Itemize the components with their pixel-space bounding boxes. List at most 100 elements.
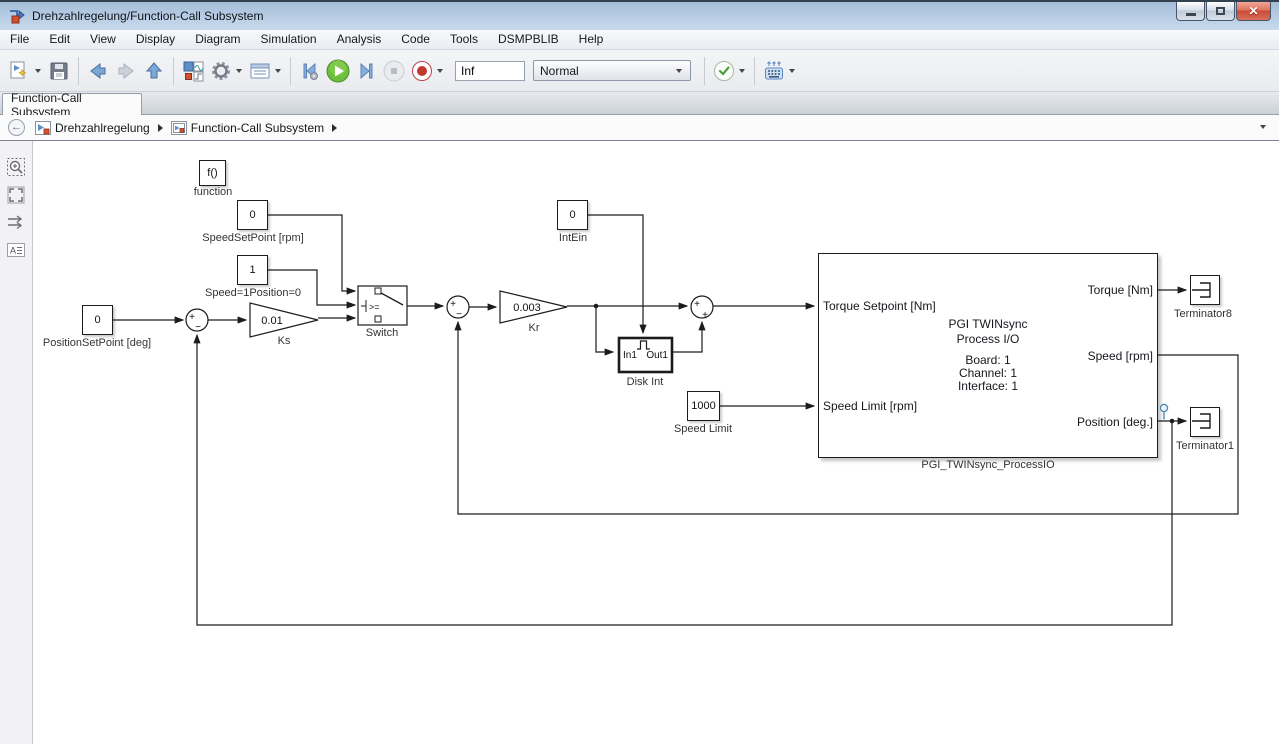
- switch-criterion: >=: [369, 302, 380, 312]
- sum-sign-minus: −: [195, 322, 201, 333]
- stop-time-input[interactable]: [455, 61, 525, 81]
- maximize-icon: [1216, 7, 1225, 15]
- run-icon: [325, 58, 351, 84]
- model-config-button[interactable]: [246, 57, 274, 85]
- simulink-model-icon: [8, 8, 26, 24]
- menu-dsmpblib[interactable]: DSMPBLIB: [488, 30, 569, 49]
- save-icon: [47, 59, 71, 83]
- breadcrumb-item-model[interactable]: Drehzahlregelung: [35, 121, 150, 135]
- close-icon: ✕: [1248, 5, 1258, 17]
- disk-int-outport-label: Out1: [646, 350, 668, 361]
- hardware-board-button[interactable]: [760, 57, 788, 85]
- menu-code[interactable]: Code: [391, 30, 440, 49]
- tool-palette: A: [0, 141, 33, 744]
- model-advisor-dropdown[interactable]: [739, 69, 745, 73]
- menu-tools[interactable]: Tools: [440, 30, 488, 49]
- svg-text:A: A: [10, 246, 16, 256]
- toolbar: Normal: [0, 50, 1279, 92]
- close-button[interactable]: ✕: [1236, 2, 1271, 21]
- menu-diagram[interactable]: Diagram: [185, 30, 250, 49]
- zoom-region-button[interactable]: [6, 157, 26, 177]
- toolbar-separator: [290, 57, 291, 85]
- gain-kr-value: 0.003: [513, 302, 541, 314]
- signal-wires-layer: + − + − + + 0.01 0.003: [33, 141, 1279, 744]
- breadcrumb: ← Drehzahlregelung Function-Call Subsyst…: [0, 115, 1279, 141]
- menu-help[interactable]: Help: [569, 30, 614, 49]
- new-model-icon: [8, 59, 32, 83]
- gain-kr-block[interactable]: 0.003: [500, 291, 567, 323]
- minimize-button[interactable]: [1176, 2, 1205, 21]
- model-config-icon: [248, 59, 272, 83]
- breadcrumb-item-subsystem[interactable]: Function-Call Subsystem: [171, 121, 324, 135]
- run-button[interactable]: [324, 57, 352, 85]
- new-model-button[interactable]: [6, 57, 34, 85]
- breadcrumb-options-button[interactable]: [1255, 119, 1273, 135]
- toolbar-separator: [173, 57, 174, 85]
- main-area: A f() function 0 SpeedSetPoint [rpm] 1 S…: [0, 141, 1279, 744]
- hardware-board-icon: [762, 59, 786, 83]
- signal-route-button[interactable]: [6, 212, 26, 232]
- terminator8-icon: [1192, 282, 1210, 297]
- menu-view[interactable]: View: [80, 30, 126, 49]
- window-title: Drehzahlregelung/Function-Call Subsystem: [32, 9, 263, 23]
- subsystem-icon: [171, 121, 187, 135]
- sum-sign-minus: −: [456, 309, 462, 320]
- disk-int-block[interactable]: In1 Out1: [619, 338, 672, 372]
- up-icon: [142, 59, 166, 83]
- hardware-board-dropdown[interactable]: [789, 69, 795, 73]
- stop-button[interactable]: [380, 57, 408, 85]
- title-bar: Drehzahlregelung/Function-Call Subsystem…: [0, 0, 1279, 30]
- save-button[interactable]: [45, 57, 73, 85]
- disk-int-inport-label: In1: [623, 350, 637, 361]
- tab-bar: Function-Call Subsystem: [0, 92, 1279, 115]
- tab-function-call-subsystem[interactable]: Function-Call Subsystem: [2, 93, 142, 115]
- menu-edit[interactable]: Edit: [39, 30, 80, 49]
- menu-display[interactable]: Display: [126, 30, 185, 49]
- gear-icon: [209, 59, 233, 83]
- gain-ks-block[interactable]: 0.01: [250, 303, 318, 337]
- breadcrumb-arrow-icon[interactable]: [158, 124, 163, 132]
- sum-torque[interactable]: + +: [691, 296, 713, 321]
- wire-speed-feedback: [458, 322, 1238, 514]
- library-browser-button[interactable]: [179, 57, 207, 85]
- annotation-button[interactable]: A: [6, 240, 26, 260]
- new-model-dropdown[interactable]: [35, 69, 41, 73]
- switch-block[interactable]: >=: [358, 286, 407, 325]
- navigate-back-button[interactable]: [84, 57, 112, 85]
- step-forward-button[interactable]: [352, 57, 380, 85]
- wire-branch-diskint: [596, 306, 613, 352]
- gain-ks-value: 0.01: [261, 315, 282, 327]
- record-button[interactable]: [408, 57, 436, 85]
- breadcrumb-back-button[interactable]: ←: [8, 119, 25, 136]
- menu-simulation[interactable]: Simulation: [251, 30, 327, 49]
- step-back-button[interactable]: [296, 57, 324, 85]
- test-point-icon[interactable]: [1160, 404, 1167, 419]
- wire-diskint-sum: [673, 322, 702, 352]
- stop-icon: [382, 59, 406, 83]
- fit-to-view-button[interactable]: [6, 185, 26, 205]
- chevron-down-icon: [1260, 125, 1266, 129]
- branch-dot: [1170, 419, 1175, 424]
- settings-button[interactable]: [207, 57, 235, 85]
- settings-dropdown[interactable]: [236, 69, 242, 73]
- step-back-icon: [298, 59, 322, 83]
- breadcrumb-arrow-icon[interactable]: [332, 124, 337, 132]
- sum-sign-plus: +: [702, 310, 708, 321]
- menu-file[interactable]: File: [0, 30, 39, 49]
- simulation-mode-value: Normal: [540, 64, 579, 78]
- maximize-button[interactable]: [1206, 2, 1235, 21]
- branch-dot: [594, 304, 599, 309]
- diagram-canvas[interactable]: f() function 0 SpeedSetPoint [rpm] 1 Spe…: [33, 141, 1279, 744]
- menu-bar: File Edit View Display Diagram Simulatio…: [0, 30, 1279, 50]
- sum-position[interactable]: + −: [186, 309, 208, 333]
- step-forward-icon: [354, 59, 378, 83]
- model-advisor-button[interactable]: [710, 57, 738, 85]
- navigate-forward-button[interactable]: [112, 57, 140, 85]
- navigate-up-button[interactable]: [140, 57, 168, 85]
- record-dropdown[interactable]: [437, 69, 443, 73]
- sum-speed[interactable]: + −: [447, 296, 469, 320]
- model-config-dropdown[interactable]: [275, 69, 281, 73]
- forward-icon: [114, 59, 138, 83]
- menu-analysis[interactable]: Analysis: [327, 30, 392, 49]
- simulation-mode-select[interactable]: Normal: [533, 60, 691, 81]
